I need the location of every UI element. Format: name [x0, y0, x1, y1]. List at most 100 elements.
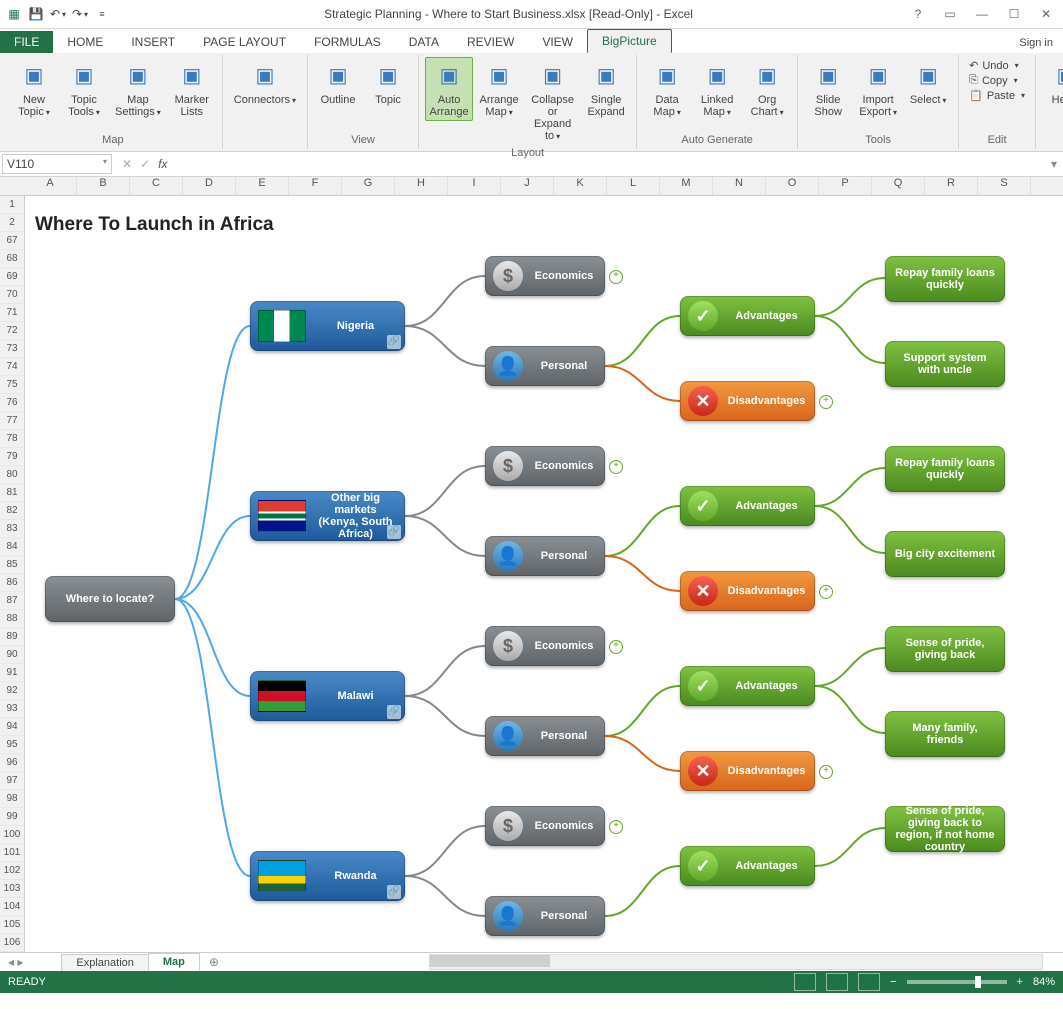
row-header[interactable]: 81: [0, 484, 24, 502]
mindmap-leaf[interactable]: Sense of pride, giving back: [885, 626, 1005, 672]
attachment-icon[interactable]: 🔗: [387, 885, 401, 899]
row-header[interactable]: 69: [0, 268, 24, 286]
attachment-icon[interactable]: 🔗: [387, 705, 401, 719]
new-sheet-button[interactable]: ⊕: [199, 953, 229, 971]
ribbon-single-expand-button[interactable]: ▣SingleExpand: [582, 57, 630, 121]
row-header[interactable]: 106: [0, 934, 24, 952]
row-header[interactable]: 94: [0, 718, 24, 736]
row-header[interactable]: 93: [0, 700, 24, 718]
qat-customize-icon[interactable]: ≡: [94, 6, 110, 22]
mindmap-leaf[interactable]: Repay family loans quickly: [885, 256, 1005, 302]
row-header[interactable]: 101: [0, 844, 24, 862]
column-header[interactable]: C: [130, 177, 183, 195]
expand-icon[interactable]: +: [609, 270, 623, 284]
row-header[interactable]: 96: [0, 754, 24, 772]
column-header[interactable]: A: [24, 177, 77, 195]
expand-icon[interactable]: +: [819, 765, 833, 779]
row-header[interactable]: 67: [0, 232, 24, 250]
column-header[interactable]: J: [501, 177, 554, 195]
mindmap-leaf[interactable]: Many family, friends: [885, 711, 1005, 757]
mindmap-branch-za[interactable]: Other big markets (Kenya, South Africa)🔗: [250, 491, 405, 541]
row-header[interactable]: 87: [0, 592, 24, 610]
page-break-view-icon[interactable]: [858, 973, 880, 991]
ribbon-map-settings-button[interactable]: ▣MapSettings▾: [110, 57, 166, 122]
cancel-icon[interactable]: ✕: [122, 157, 132, 171]
row-header[interactable]: 84: [0, 538, 24, 556]
mindmap-branch-mw[interactable]: Malawi🔗: [250, 671, 405, 721]
row-header[interactable]: 2: [0, 214, 24, 232]
column-header[interactable]: G: [342, 177, 395, 195]
sheet-nav[interactable]: ◂ ▸: [0, 955, 31, 969]
ribbon-copy-button[interactable]: ⎘ Copy ▾: [969, 74, 1025, 87]
mindmap-personal[interactable]: 👤Personal: [485, 346, 605, 386]
sheet-tab-explanation[interactable]: Explanation: [61, 954, 149, 971]
column-header[interactable]: O: [766, 177, 819, 195]
name-box[interactable]: V110▾: [2, 154, 112, 174]
save-icon[interactable]: 💾: [28, 6, 44, 22]
mindmap-economics[interactable]: $Economics: [485, 446, 605, 486]
row-header[interactable]: 83: [0, 520, 24, 538]
row-header[interactable]: 72: [0, 322, 24, 340]
expand-icon[interactable]: +: [609, 820, 623, 834]
mindmap-leaf[interactable]: Sense of pride, giving back to region, i…: [885, 806, 1005, 852]
tab-formulas[interactable]: FORMULAS: [300, 31, 395, 53]
ribbon-new-topic-button[interactable]: ▣NewTopic▾: [10, 57, 58, 122]
mindmap-personal[interactable]: 👤Personal: [485, 536, 605, 576]
mindmap-branch-ng[interactable]: Nigeria🔗: [250, 301, 405, 351]
row-header[interactable]: 1: [0, 196, 24, 214]
row-header[interactable]: 90: [0, 646, 24, 664]
column-header[interactable]: D: [183, 177, 236, 195]
mindmap-leaf[interactable]: Repay family loans quickly: [885, 446, 1005, 492]
row-header[interactable]: 89: [0, 628, 24, 646]
row-header[interactable]: 98: [0, 790, 24, 808]
undo-icon[interactable]: ↶▾: [50, 6, 66, 22]
minimize-icon[interactable]: —: [971, 3, 993, 25]
expand-formula-icon[interactable]: ▾: [1045, 157, 1063, 171]
row-header[interactable]: 77: [0, 412, 24, 430]
row-header[interactable]: 68: [0, 250, 24, 268]
column-header[interactable]: N: [713, 177, 766, 195]
zoom-out-button[interactable]: −: [890, 976, 896, 988]
worksheet-canvas[interactable]: Where To Launch in Africa Where to locat…: [25, 196, 1063, 952]
ribbon-topic-button[interactable]: ▣Topic: [364, 57, 412, 109]
row-header[interactable]: 71: [0, 304, 24, 322]
row-header[interactable]: 102: [0, 862, 24, 880]
ribbon-data-map-button[interactable]: ▣DataMap▾: [643, 57, 691, 122]
row-header[interactable]: 95: [0, 736, 24, 754]
mindmap-advantages[interactable]: ✓Advantages: [680, 296, 815, 336]
column-header[interactable]: K: [554, 177, 607, 195]
mindmap-leaf[interactable]: Big city excitement: [885, 531, 1005, 577]
mindmap-economics[interactable]: $Economics: [485, 806, 605, 846]
row-header[interactable]: 85: [0, 556, 24, 574]
enter-icon[interactable]: ✓: [140, 157, 150, 171]
column-header[interactable]: L: [607, 177, 660, 195]
row-header[interactable]: 82: [0, 502, 24, 520]
row-header[interactable]: 86: [0, 574, 24, 592]
row-header[interactable]: 79: [0, 448, 24, 466]
ribbon-org-chart-button[interactable]: ▣OrgChart▾: [743, 57, 791, 122]
redo-icon[interactable]: ↷▾: [72, 6, 88, 22]
ribbon-select-button[interactable]: ▣Select▾: [904, 57, 952, 110]
mindmap-economics[interactable]: $Economics: [485, 256, 605, 296]
row-header[interactable]: 73: [0, 340, 24, 358]
row-header[interactable]: 99: [0, 808, 24, 826]
maximize-icon[interactable]: ☐: [1003, 3, 1025, 25]
column-header[interactable]: I: [448, 177, 501, 195]
ribbon-collapse-or-expand-to-button[interactable]: ▣Collapse orExpand to▾: [525, 57, 580, 146]
ribbon-paste-button[interactable]: 📋 Paste ▾: [969, 89, 1025, 102]
zoom-in-button[interactable]: +: [1017, 976, 1023, 988]
mindmap-advantages[interactable]: ✓Advantages: [680, 666, 815, 706]
row-header[interactable]: 92: [0, 682, 24, 700]
ribbon-marker-lists-button[interactable]: ▣MarkerLists: [168, 57, 216, 121]
ribbon-outline-button[interactable]: ▣Outline: [314, 57, 362, 109]
row-header[interactable]: 105: [0, 916, 24, 934]
column-header[interactable]: P: [819, 177, 872, 195]
ribbon-connectors-button[interactable]: ▣Connectors▾: [229, 57, 301, 110]
expand-icon[interactable]: +: [609, 460, 623, 474]
row-header[interactable]: 97: [0, 772, 24, 790]
horizontal-scrollbar[interactable]: [429, 954, 1043, 970]
close-icon[interactable]: ✕: [1035, 3, 1057, 25]
column-header[interactable]: H: [395, 177, 448, 195]
mindmap-disadvantages[interactable]: ✕Disadvantages: [680, 571, 815, 611]
tab-file[interactable]: FILE: [0, 31, 53, 53]
